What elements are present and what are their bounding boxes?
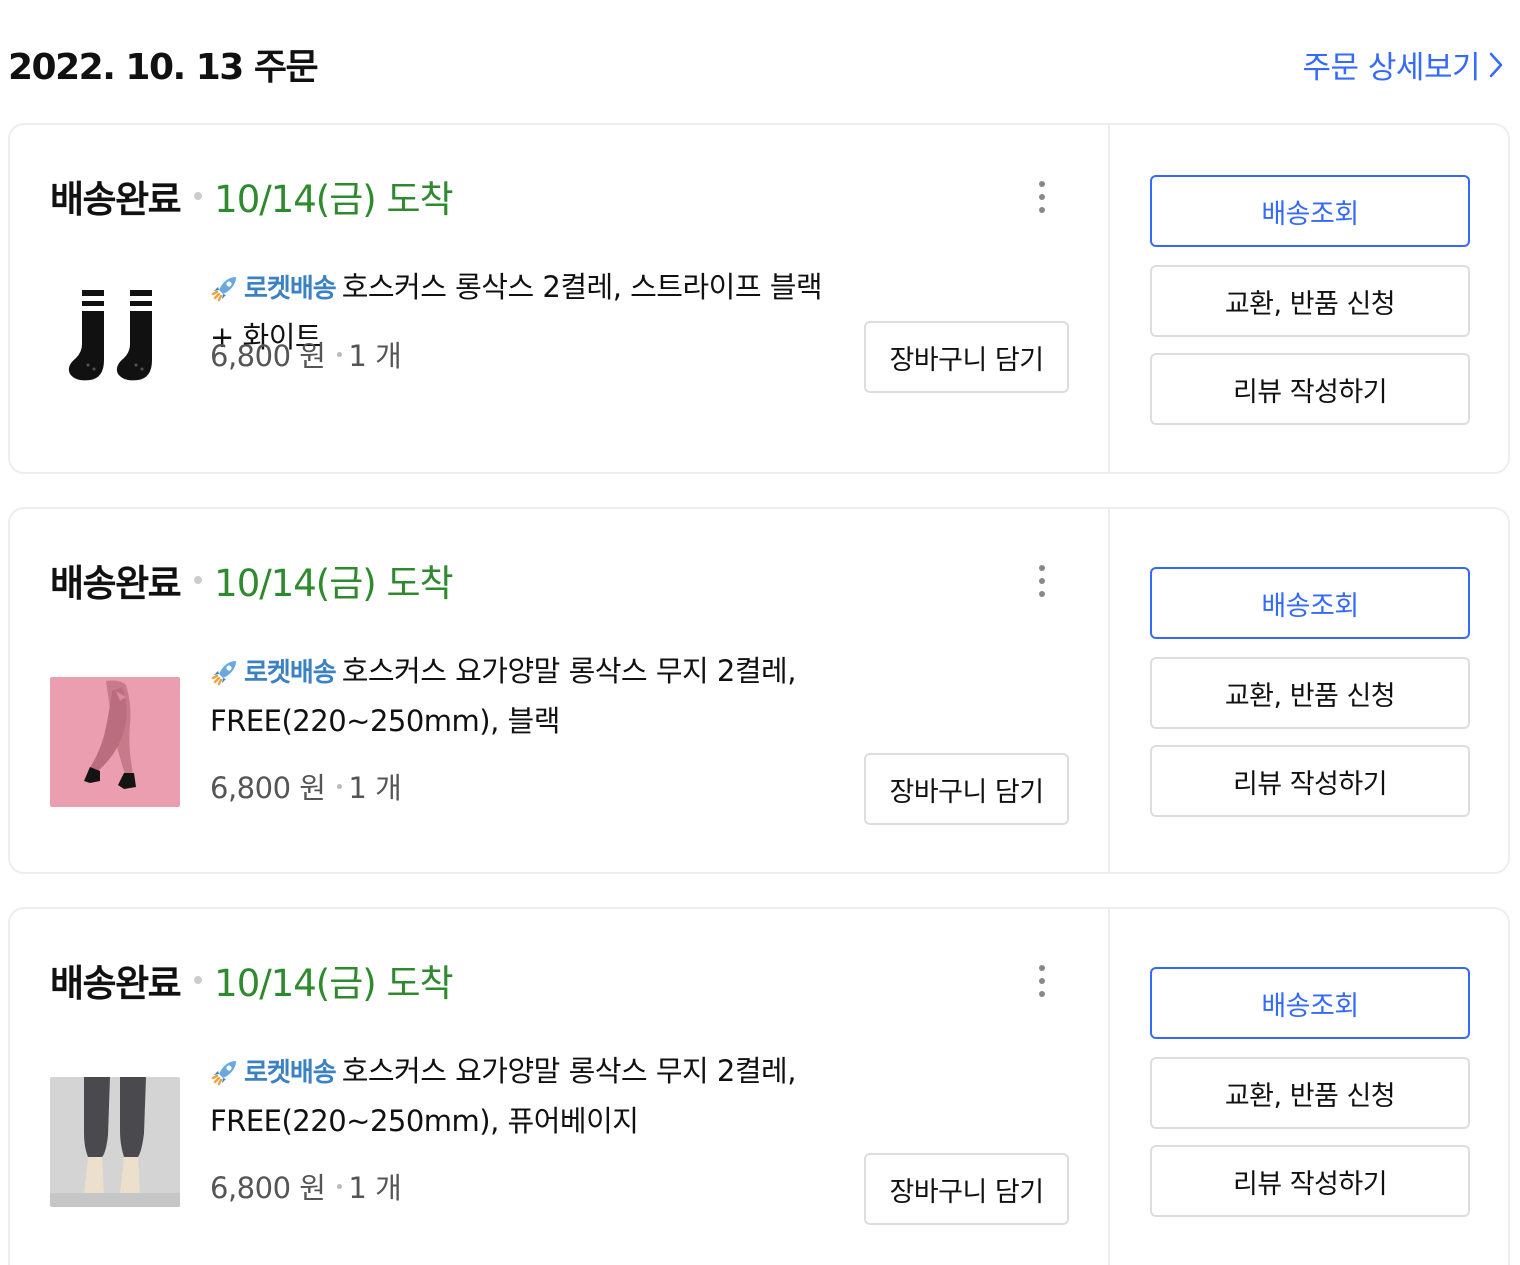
product-title[interactable]: 로켓배송 호스커스 요가양말 롱삭스 무지 2켤레, FREE(220~250mm)… (210, 1047, 850, 1145)
price-quantity: 6,800 원 1 개 (210, 1165, 402, 1207)
exchange-return-button[interactable]: 교환, 반품 신청 (1150, 265, 1470, 337)
black-striped-socks-image (50, 265, 180, 395)
rocket-icon (211, 661, 236, 686)
price-quantity: 6,800 원 1 개 (210, 765, 402, 807)
more-options-icon[interactable] (1030, 177, 1054, 217)
order-item-actions: 배송조회 교환, 반품 신청 리뷰 작성하기 (1108, 509, 1508, 872)
add-to-cart-button[interactable]: 장바구니 담기 (864, 1153, 1069, 1225)
product-price: 6,800 원 (210, 339, 326, 373)
delivery-status: 배송완료 (50, 562, 182, 605)
delivery-status-line: 배송완료 10/14(금) 도착 (50, 169, 454, 223)
track-delivery-button[interactable]: 배송조회 (1150, 967, 1470, 1039)
separator-dot (194, 192, 203, 200)
product-price: 6,800 원 (210, 771, 326, 805)
more-options-icon[interactable] (1030, 961, 1054, 1001)
chevron-right-icon (1489, 52, 1503, 77)
product-title-line: 호스커스 요가양말 롱삭스 무지 2켤레, (341, 654, 797, 688)
product-thumbnail[interactable] (50, 1077, 180, 1207)
separator-dot (337, 1183, 343, 1189)
write-review-button[interactable]: 리뷰 작성하기 (1150, 353, 1470, 425)
separator-dot (194, 576, 203, 584)
order-header: 2022. 10. 13 주문 주문 상세보기 (8, 36, 1508, 88)
rocket-icon (211, 277, 236, 302)
order-item-main: 배송완료 10/14(금) 도착 로켓배송 호스커스 요가양말 롱삭스 무지 2… (10, 509, 1108, 872)
delivery-status-line: 배송완료 10/14(금) 도착 (50, 953, 454, 1007)
price-quantity: 6,800 원 1 개 (210, 333, 402, 375)
separator-dot (337, 783, 343, 789)
write-review-button[interactable]: 리뷰 작성하기 (1150, 1145, 1470, 1217)
add-to-cart-button[interactable]: 장바구니 담기 (864, 321, 1069, 393)
delivery-status: 배송완료 (50, 178, 182, 221)
product-quantity: 1 개 (348, 339, 402, 373)
exchange-return-button[interactable]: 교환, 반품 신청 (1150, 1057, 1470, 1129)
order-item-main: 배송완료 10/14(금) 도착 로켓배송 호스커스 요가양말 롱삭스 무지 2… (10, 909, 1108, 1265)
track-delivery-button[interactable]: 배송조회 (1150, 175, 1470, 247)
product-price: 6,800 원 (210, 1171, 326, 1205)
separator-dot (194, 976, 203, 984)
write-review-button[interactable]: 리뷰 작성하기 (1150, 745, 1470, 817)
arrival-date: 10/14(금) 도착 (214, 178, 453, 221)
product-title-line: FREE(220~250mm), 블랙 (210, 704, 560, 738)
order-item-card: 배송완료 10/14(금) 도착 로켓배송 호스커스 요가양말 롱삭스 무지 2… (8, 907, 1510, 1265)
beige-yoga-socks-image (50, 1077, 180, 1207)
add-to-cart-button[interactable]: 장바구니 담기 (864, 753, 1069, 825)
arrival-date: 10/14(금) 도착 (214, 962, 453, 1005)
order-detail-link[interactable]: 주문 상세보기 (1303, 42, 1504, 87)
order-item-actions: 배송조회 교환, 반품 신청 리뷰 작성하기 (1108, 125, 1508, 472)
rocket-delivery-badge: 로켓배송 (244, 274, 337, 304)
product-quantity: 1 개 (348, 1171, 402, 1205)
rocket-delivery-badge: 로켓배송 (244, 658, 337, 688)
more-options-icon[interactable] (1030, 561, 1054, 601)
order-item-main: 배송완료 10/14(금) 도착 로켓배송 호스커스 롱삭스 2켤레, 스트라이… (10, 125, 1108, 472)
delivery-status-line: 배송완료 10/14(금) 도착 (50, 553, 454, 607)
exchange-return-button[interactable]: 교환, 반품 신청 (1150, 657, 1470, 729)
order-item-card: 배송완료 10/14(금) 도착 로켓배송 호스커스 요가양말 롱삭스 무지 2… (8, 507, 1510, 874)
rocket-icon (211, 1061, 236, 1086)
order-detail-link-label: 주문 상세보기 (1302, 50, 1481, 86)
order-date: 2022. 10. 13 주문 (8, 47, 319, 88)
product-title-line: FREE(220~250mm), 퓨어베이지 (210, 1104, 639, 1138)
product-title-line: 호스커스 요가양말 롱삭스 무지 2켤레, (341, 1054, 797, 1088)
delivery-status: 배송완료 (50, 962, 182, 1005)
product-thumbnail[interactable] (50, 677, 180, 807)
rocket-delivery-badge: 로켓배송 (244, 1058, 337, 1088)
product-title[interactable]: 로켓배송 호스커스 요가양말 롱삭스 무지 2켤레, FREE(220~250mm)… (210, 647, 850, 745)
arrival-date: 10/14(금) 도착 (214, 562, 453, 605)
product-thumbnail[interactable] (50, 265, 180, 395)
order-item-card: 배송완료 10/14(금) 도착 로켓배송 호스커스 롱삭스 2켤레, 스트라이… (8, 123, 1510, 474)
order-item-actions: 배송조회 교환, 반품 신청 리뷰 작성하기 (1108, 909, 1508, 1265)
pink-background-yoga-socks-image (50, 677, 180, 807)
track-delivery-button[interactable]: 배송조회 (1150, 567, 1470, 639)
product-quantity: 1 개 (348, 771, 402, 805)
separator-dot (337, 351, 343, 357)
